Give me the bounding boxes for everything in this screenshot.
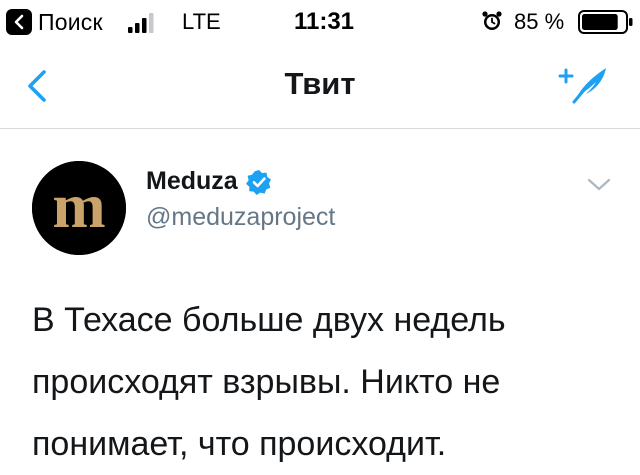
- battery-icon: [578, 10, 633, 34]
- back-to-app-button[interactable]: Поиск: [6, 8, 103, 36]
- navigation-bar: Твит: [0, 44, 640, 129]
- status-time: 11:31: [293, 8, 355, 35]
- author-display-name: Meduza: [146, 167, 238, 195]
- avatar-letter: m: [52, 170, 105, 241]
- carrier-label: LTE: [182, 9, 221, 34]
- verified-badge-icon: [245, 169, 271, 195]
- status-bar: Поиск LTE 11:31 85 %: [0, 0, 640, 44]
- compose-tweet-icon[interactable]: [556, 60, 612, 108]
- meduza-logo-icon: m: [32, 161, 126, 255]
- back-to-app-label: Поиск: [38, 8, 103, 35]
- back-to-app-chevron-icon: [6, 9, 32, 35]
- tweet-text: В Техасе больше двух недель происходят в…: [32, 301, 506, 463]
- battery-percent: 85 %: [514, 9, 565, 34]
- alarm-icon: [482, 11, 502, 30]
- avatar[interactable]: m: [32, 161, 126, 255]
- author-handle[interactable]: @meduzaproject: [146, 203, 335, 232]
- chevron-down-icon[interactable]: [584, 173, 614, 197]
- page-title: Твит: [284, 66, 356, 101]
- author-name-row[interactable]: Meduza: [146, 167, 272, 196]
- tweet-detail: m Meduza @meduzaproject В Техасе больше …: [0, 129, 640, 472]
- signal-bars-icon: [128, 13, 154, 33]
